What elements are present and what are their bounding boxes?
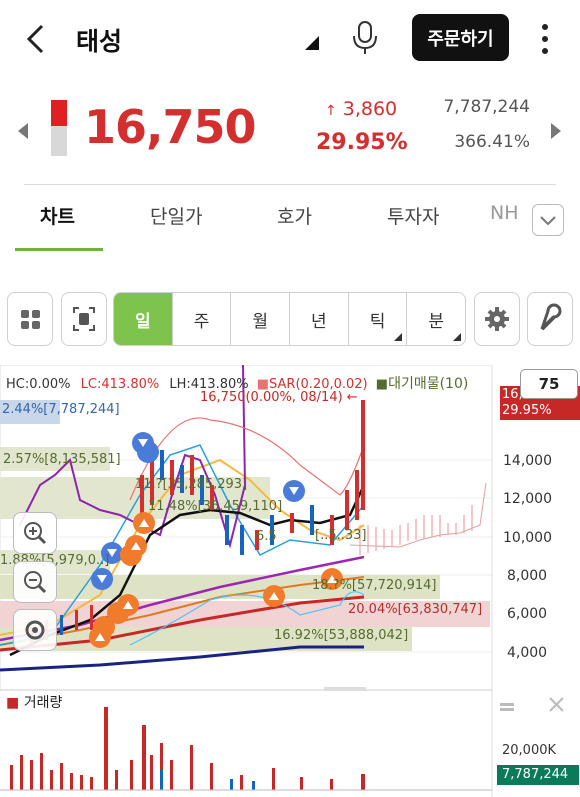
grid-icon bbox=[21, 310, 40, 329]
vol-tick: 20,000K bbox=[502, 743, 557, 758]
fullscreen-icon bbox=[73, 307, 95, 331]
chart-canvas bbox=[0, 365, 580, 797]
gear-icon bbox=[485, 307, 509, 331]
volume: 7,787,244 bbox=[443, 97, 530, 117]
pct-tag: 29.95% bbox=[502, 403, 552, 418]
last-price-label: 16,750(0.00%, 08/14) ← bbox=[200, 390, 358, 405]
vp-label-1: 2.44%[7,787,244] bbox=[2, 402, 120, 417]
vp-label-5: 11.48%[36,459,110] bbox=[148, 499, 283, 514]
tab-order-book[interactable]: 호가 bbox=[277, 202, 312, 229]
period-selector: 일 주 월 년 틱 분 bbox=[113, 292, 466, 346]
chart-toolbar: 일 주 월 년 틱 분 bbox=[0, 292, 580, 348]
more-menu-icon[interactable] bbox=[535, 22, 555, 56]
vol-tag: 7,787,244 bbox=[502, 767, 569, 782]
current-price: 16,750 bbox=[84, 100, 257, 154]
y-tick-6000: 6,000 bbox=[507, 606, 548, 622]
period-tick[interactable]: 틱 bbox=[347, 293, 407, 345]
dropdown-triangle-icon[interactable] bbox=[305, 36, 319, 50]
vp-label-9: [..5..33] bbox=[315, 528, 367, 543]
vp-label-8: 16.92%[53,888,042] bbox=[274, 628, 409, 643]
y-tick-10000: 10,000 bbox=[503, 530, 552, 546]
stock-title[interactable]: 태성 bbox=[76, 22, 122, 58]
tab-chart[interactable]: 차트 bbox=[40, 202, 75, 229]
microphone-icon[interactable] bbox=[350, 20, 380, 56]
back-arrow-icon[interactable] bbox=[22, 22, 50, 56]
tab-expand-button[interactable] bbox=[532, 204, 564, 236]
y-tick-8000: 8,000 bbox=[507, 568, 548, 584]
volume-percent: 366.41% bbox=[454, 132, 530, 152]
y-tick-12000: 12,000 bbox=[503, 491, 552, 507]
price-range-bar bbox=[51, 100, 67, 156]
active-tab-indicator bbox=[15, 248, 103, 251]
price-chart[interactable]: HC:0.00% LC:413.80% LH:413.80% ■SAR(0.20… bbox=[0, 365, 580, 797]
app-header: 태성 주문하기 bbox=[0, 0, 580, 78]
layout-button[interactable] bbox=[7, 292, 53, 346]
vp-label-10: 6.5 bbox=[256, 529, 277, 544]
vp-label-4: 11.?[35,285,293] bbox=[135, 477, 248, 492]
fullscreen-button[interactable] bbox=[61, 292, 107, 346]
zoom-out-button[interactable] bbox=[13, 561, 57, 603]
tab-investor[interactable]: 투자자 bbox=[387, 202, 439, 229]
zoom-in-icon bbox=[24, 522, 47, 545]
zoom-out-icon bbox=[24, 571, 47, 594]
price-summary: 16,750 ↑ 3,860 29.95% 7,787,244 366.41% bbox=[0, 90, 580, 176]
change-percent: 29.95% bbox=[316, 130, 408, 155]
gear-icon bbox=[25, 620, 45, 640]
tools-button[interactable] bbox=[527, 292, 573, 346]
vp-label-7: 20.04%[63,830,747] bbox=[348, 602, 483, 617]
main-tabs: 차트 단일가 호가 투자자 NH bbox=[0, 190, 580, 251]
y-tick-4000: 4,000 bbox=[507, 645, 548, 661]
tab-nh[interactable]: NH bbox=[490, 202, 519, 224]
chevron-down-icon bbox=[540, 216, 556, 226]
prev-stock-icon[interactable] bbox=[18, 123, 28, 139]
zoom-in-button[interactable] bbox=[13, 512, 57, 554]
period-month[interactable]: 월 bbox=[230, 293, 289, 345]
wrench-icon bbox=[540, 303, 562, 331]
settings-button[interactable] bbox=[474, 292, 520, 346]
volume-pane-label: ■ 거래량 bbox=[6, 695, 63, 711]
order-button[interactable]: 주문하기 bbox=[412, 14, 509, 61]
vp-label-6: 18.?%[57,720,914] bbox=[312, 578, 437, 593]
period-day[interactable]: 일 bbox=[114, 293, 172, 345]
divider bbox=[24, 184, 556, 185]
period-year[interactable]: 년 bbox=[289, 293, 348, 345]
tab-single-price[interactable]: 단일가 bbox=[150, 202, 202, 229]
vp-label-2: 2.57%[8,135,581] bbox=[3, 452, 121, 467]
next-stock-icon[interactable] bbox=[551, 123, 561, 139]
zoom-level-box[interactable]: 75 bbox=[520, 369, 578, 399]
y-tick-14000: 14,000 bbox=[503, 453, 552, 469]
period-week[interactable]: 주 bbox=[171, 293, 231, 345]
price-change: ↑ 3,860 bbox=[325, 98, 398, 120]
chart-settings-button[interactable] bbox=[13, 609, 57, 651]
period-minute[interactable]: 분 bbox=[406, 293, 465, 345]
up-arrow-icon: ↑ bbox=[325, 103, 337, 119]
volume-bars bbox=[10, 707, 365, 790]
